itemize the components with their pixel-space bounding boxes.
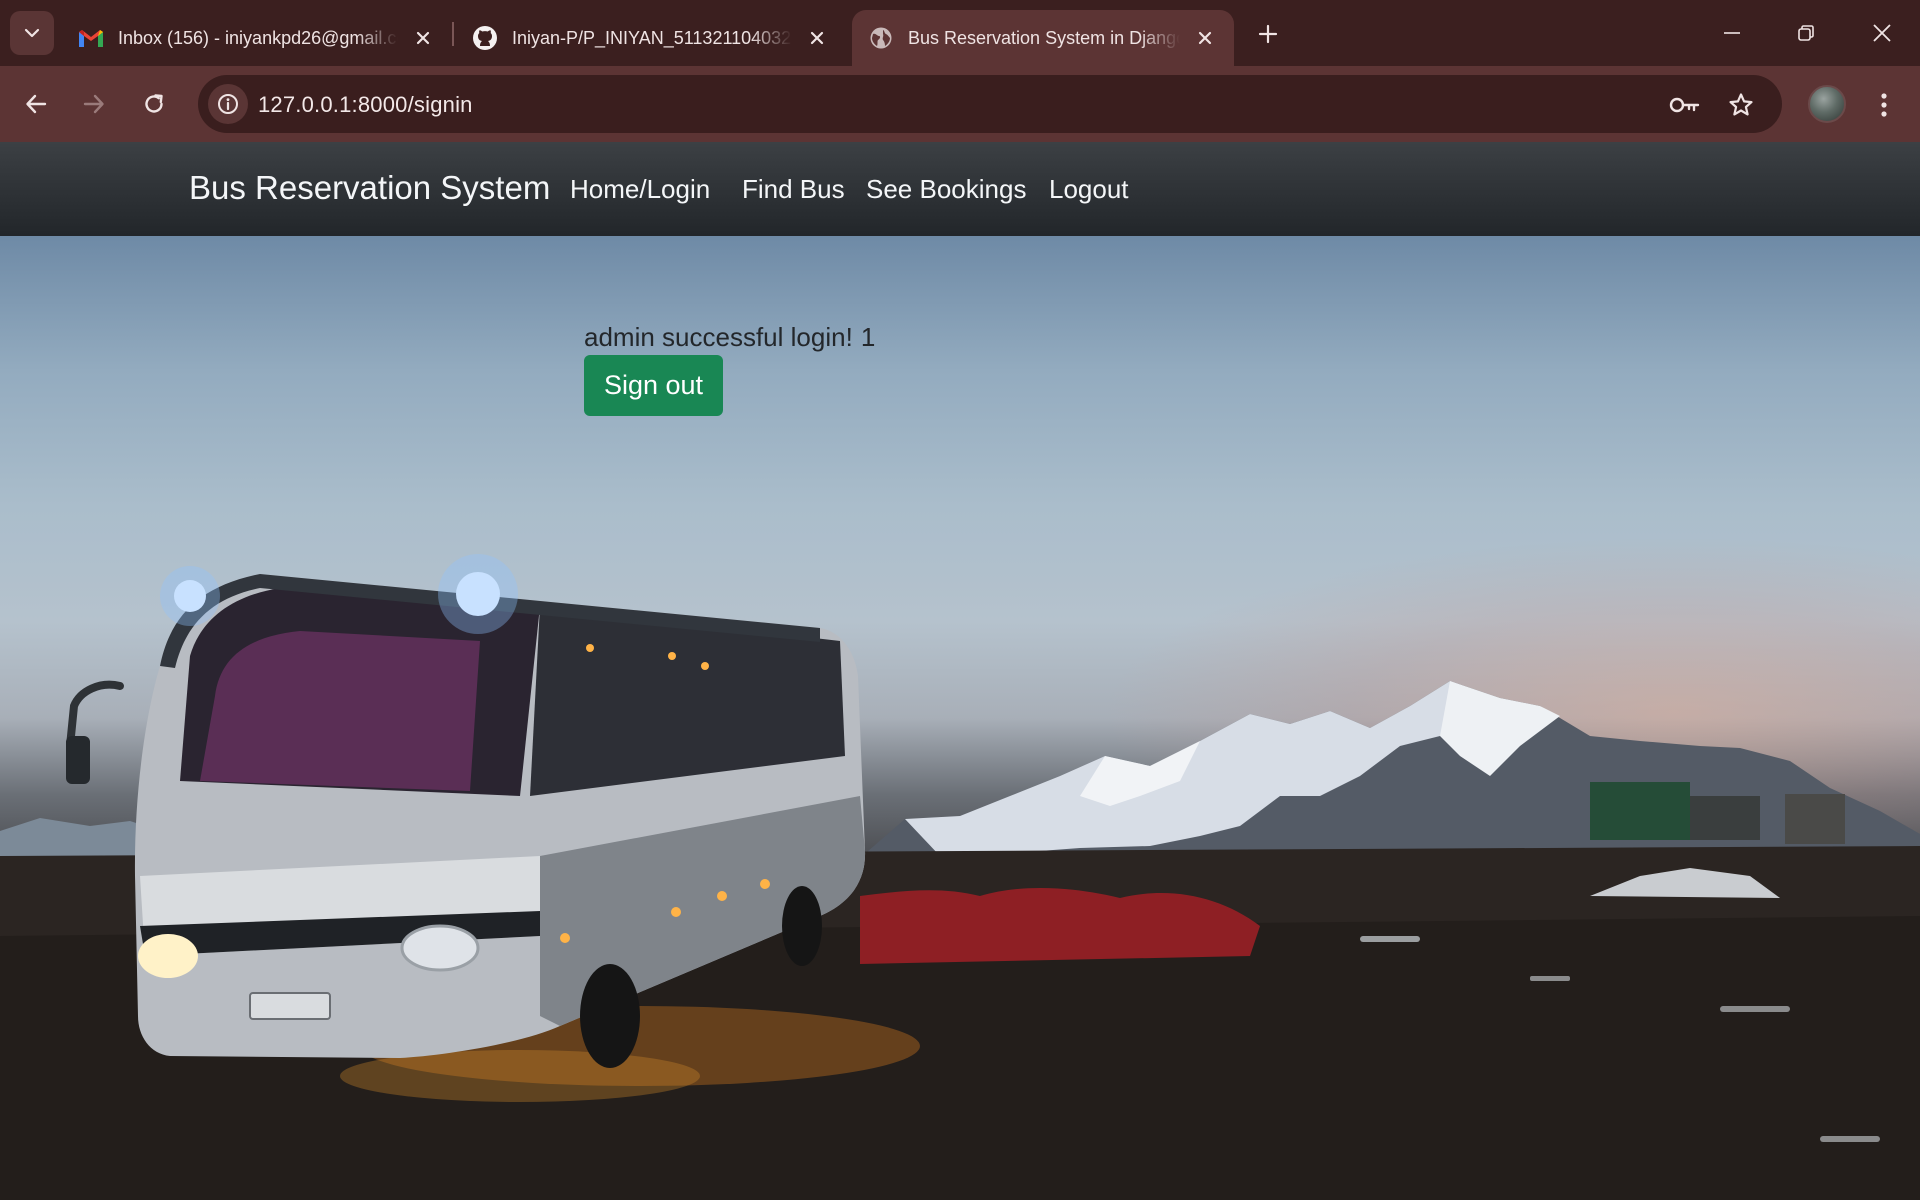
arrow-right-icon bbox=[83, 94, 104, 114]
sign-out-button[interactable]: Sign out bbox=[584, 355, 723, 416]
tab-search-button[interactable] bbox=[10, 11, 54, 55]
reload-icon bbox=[145, 94, 163, 113]
minimize-button[interactable] bbox=[1702, 8, 1762, 58]
site-info-button[interactable] bbox=[208, 84, 248, 124]
close-icon bbox=[1873, 24, 1891, 42]
tab-github[interactable]: Iniyan-P/P_INIYAN_511321104032 bbox=[456, 10, 846, 66]
nav-link-find-bus[interactable]: Find Bus bbox=[742, 174, 845, 205]
reload-button[interactable] bbox=[132, 82, 176, 126]
hero-background-image bbox=[0, 236, 1920, 1200]
tab-title: Inbox (156) - iniyankpd26@gmail.com - Gm… bbox=[118, 27, 398, 48]
browser-menu-button[interactable] bbox=[1868, 85, 1900, 125]
tab-title: Bus Reservation System in Django bbox=[908, 27, 1180, 48]
login-message-text: admin successful login! bbox=[584, 322, 853, 352]
gmail-icon bbox=[78, 25, 104, 51]
close-icon[interactable] bbox=[410, 25, 436, 51]
plus-icon bbox=[1258, 24, 1278, 44]
bus-landscape-illustration bbox=[0, 554, 1920, 1200]
globe-icon bbox=[868, 25, 894, 51]
tab-gmail[interactable]: Inbox (156) - iniyankpd26@gmail.com - Gm… bbox=[62, 10, 452, 66]
browser-tab-strip: Inbox (156) - iniyankpd26@gmail.com - Gm… bbox=[0, 0, 1920, 66]
close-icon[interactable] bbox=[1192, 25, 1218, 51]
back-button[interactable] bbox=[14, 82, 58, 126]
close-icon[interactable] bbox=[804, 25, 830, 51]
site-navbar: Bus Reservation System Home/Login Find B… bbox=[0, 142, 1920, 236]
restore-icon bbox=[1798, 25, 1814, 41]
close-window-button[interactable] bbox=[1852, 8, 1912, 58]
tab-bus-reservation[interactable]: Bus Reservation System in Django bbox=[852, 10, 1234, 66]
info-icon bbox=[218, 94, 238, 114]
restore-button[interactable] bbox=[1776, 8, 1836, 58]
profile-avatar[interactable] bbox=[1808, 85, 1846, 123]
url-text[interactable]: 127.0.0.1:8000/signin bbox=[258, 92, 473, 118]
more-vertical-icon bbox=[1881, 93, 1887, 117]
minimize-icon bbox=[1724, 32, 1740, 34]
nav-link-home-login[interactable]: Home/Login bbox=[570, 174, 710, 205]
arrow-left-icon bbox=[26, 94, 47, 114]
password-key-icon[interactable] bbox=[1668, 88, 1702, 122]
forward-button[interactable] bbox=[72, 82, 116, 126]
new-tab-button[interactable] bbox=[1248, 14, 1288, 54]
nav-link-logout[interactable]: Logout bbox=[1049, 174, 1129, 205]
github-icon bbox=[472, 25, 498, 51]
tab-separator bbox=[452, 22, 454, 46]
login-message: admin successful login! 1 bbox=[584, 322, 875, 353]
bookmark-star-icon[interactable] bbox=[1724, 88, 1758, 122]
address-bar[interactable]: 127.0.0.1:8000/signin bbox=[198, 75, 1782, 133]
chevron-down-icon bbox=[24, 28, 40, 38]
login-count: 1 bbox=[860, 322, 876, 352]
tab-title: Iniyan-P/P_INIYAN_511321104032 bbox=[512, 27, 792, 48]
navbar-brand[interactable]: Bus Reservation System bbox=[189, 169, 550, 207]
nav-link-see-bookings[interactable]: See Bookings bbox=[866, 174, 1026, 205]
page-viewport: Bus Reservation System Home/Login Find B… bbox=[0, 142, 1920, 1200]
browser-toolbar: 127.0.0.1:8000/signin bbox=[0, 66, 1920, 142]
